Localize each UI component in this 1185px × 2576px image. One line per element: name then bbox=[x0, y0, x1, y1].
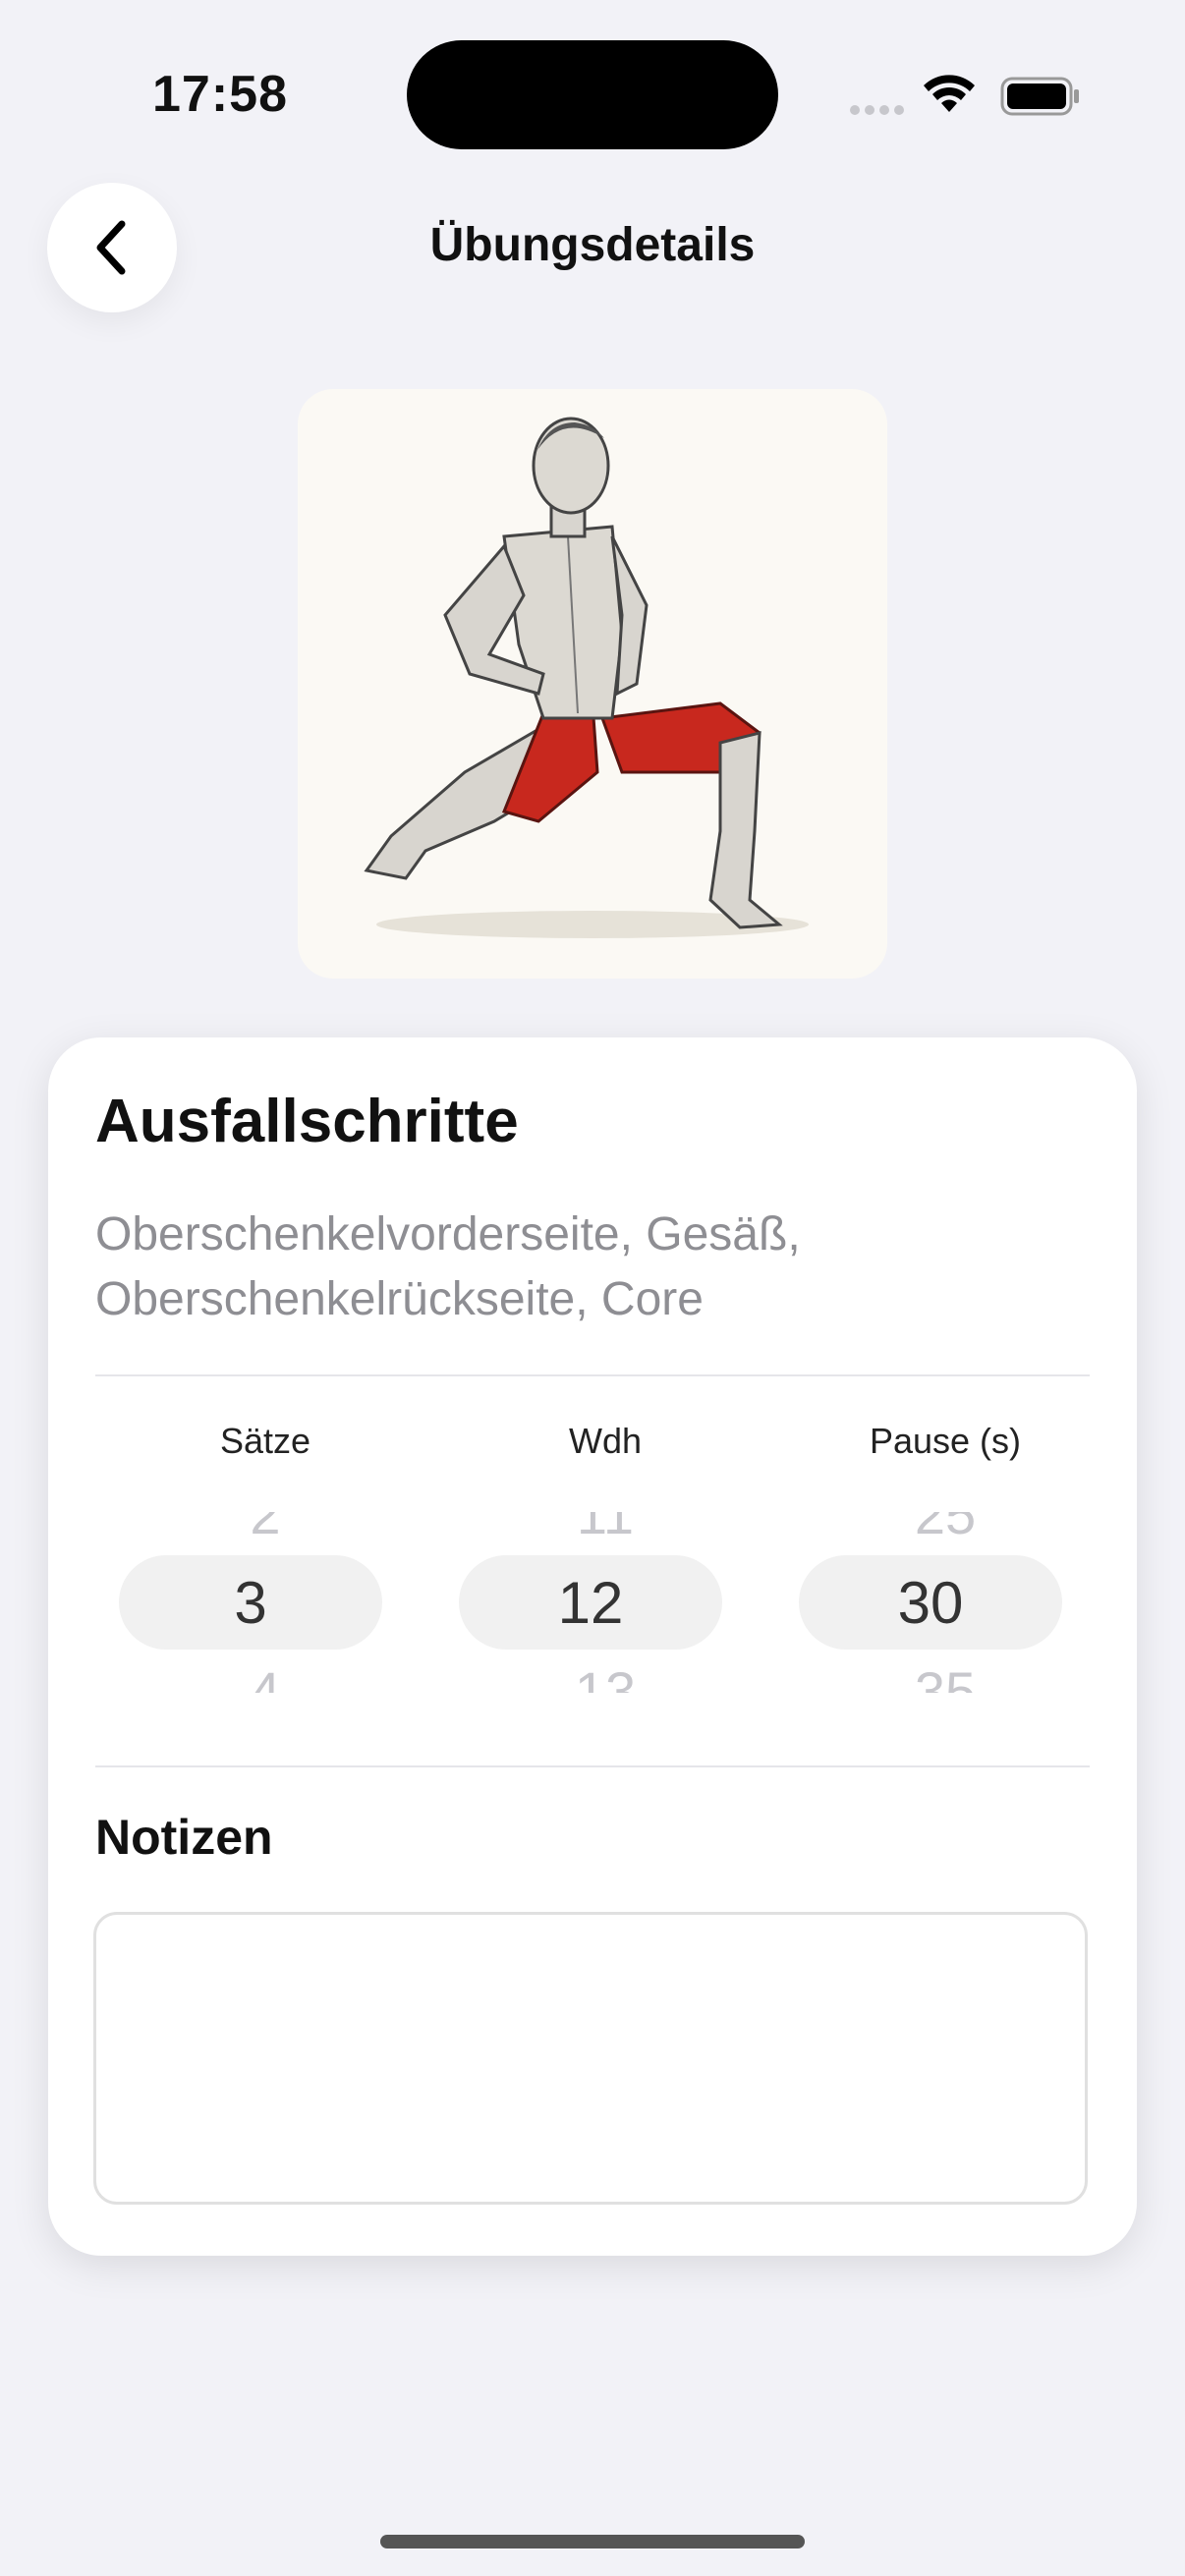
rest-prev-value[interactable]: 25 bbox=[775, 1512, 1115, 1551]
exercise-muscles: Oberschenkelvorderseite, Gesäß, Obersche… bbox=[95, 1208, 801, 1325]
rest-next-value[interactable]: 35 bbox=[775, 1659, 1115, 1693]
reps-label: Wdh bbox=[568, 1421, 643, 1461]
dynamic-island bbox=[407, 40, 778, 149]
rest-label: Pause (s) bbox=[869, 1421, 1022, 1461]
rest-selected-value[interactable]: 30 bbox=[799, 1555, 1062, 1650]
status-time: 17:58 bbox=[152, 66, 288, 123]
divider bbox=[95, 1374, 1090, 1376]
divider bbox=[95, 1765, 1090, 1767]
battery-icon bbox=[1000, 77, 1081, 121]
notes-label: Notizen bbox=[95, 1810, 273, 1865]
sets-next-value[interactable]: 4 bbox=[95, 1659, 435, 1693]
notes-textarea[interactable] bbox=[93, 1912, 1088, 2205]
sets-label: Sätze bbox=[219, 1421, 311, 1461]
sets-selected-value[interactable]: 3 bbox=[119, 1555, 382, 1650]
wifi-icon bbox=[922, 75, 977, 119]
sets-prev-value[interactable]: 2 bbox=[95, 1512, 435, 1551]
reps-selected-value[interactable]: 12 bbox=[459, 1555, 722, 1650]
reps-next-value[interactable]: 13 bbox=[435, 1659, 775, 1693]
exercise-card: Ausfallschritte Oberschenkelvorderseite,… bbox=[48, 1037, 1137, 2256]
page-title: Übungsdetails bbox=[429, 219, 756, 271]
reps-prev-value[interactable]: 11 bbox=[435, 1512, 775, 1551]
exercise-title: Ausfallschritte bbox=[95, 1088, 519, 1155]
home-indicator bbox=[380, 2535, 805, 2548]
cellular-signal-icon bbox=[850, 102, 909, 120]
exercise-illustration bbox=[298, 389, 887, 979]
